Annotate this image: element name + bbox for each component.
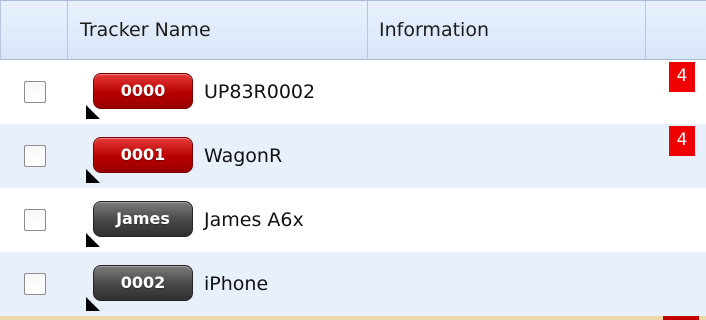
row-checkbox[interactable] [24, 209, 46, 231]
table-row[interactable]: 0000 UP83R0002 4 [0, 60, 706, 124]
row-checkbox[interactable] [24, 81, 46, 103]
next-row-edge [0, 316, 706, 320]
column-header-tracker-name[interactable]: Tracker Name [68, 1, 368, 59]
next-row-badge-edge [663, 316, 699, 320]
table-row[interactable]: James James A6x [0, 188, 706, 252]
alert-count-badge[interactable]: 4 [669, 62, 695, 92]
column-header-information[interactable]: Information [368, 1, 646, 59]
tracker-code-label[interactable]: James [93, 201, 193, 237]
corner-marker-icon [86, 233, 100, 247]
row-checkbox[interactable] [24, 273, 46, 295]
column-header-extra [646, 1, 706, 59]
grid-header: Tracker Name Information [0, 0, 706, 60]
corner-marker-icon [86, 105, 100, 119]
tracker-grid: Tracker Name Information 0000 UP83R0002 … [0, 0, 706, 320]
tracker-code-label[interactable]: 0000 [93, 73, 193, 109]
table-row[interactable]: 0002 iPhone [0, 252, 706, 316]
table-row[interactable]: 0001 WagonR 4 [0, 124, 706, 188]
tracker-name: WagonR [204, 145, 283, 167]
corner-marker-icon [86, 297, 100, 311]
row-checkbox[interactable] [24, 145, 46, 167]
header-checkbox-column [0, 1, 68, 59]
tracker-name: UP83R0002 [204, 81, 316, 103]
tracker-code-label[interactable]: 0002 [93, 265, 193, 301]
tracker-name: iPhone [204, 273, 269, 295]
tracker-code-label[interactable]: 0001 [93, 137, 193, 173]
alert-count-badge[interactable]: 4 [669, 126, 695, 156]
corner-marker-icon [86, 169, 100, 183]
tracker-name: James A6x [204, 209, 304, 231]
